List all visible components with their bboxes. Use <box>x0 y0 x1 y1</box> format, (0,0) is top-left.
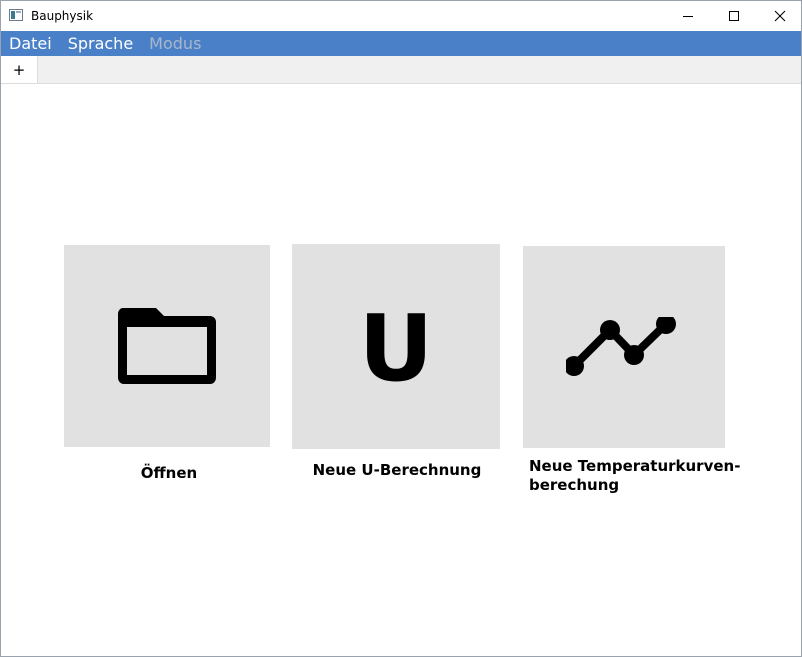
window-title: Bauphysik <box>31 9 94 23</box>
menu-modus: Modus <box>149 34 202 53</box>
new-u-calc-label: Neue U-Berechnung <box>312 461 482 479</box>
new-temp-curve-tile-button[interactable] <box>523 246 725 448</box>
minimize-icon <box>683 16 693 17</box>
minimize-button[interactable] <box>665 1 711 31</box>
new-temp-curve-label-line1: Neue Temperaturkurven- <box>529 457 741 475</box>
menu-sprache[interactable]: Sprache <box>60 31 141 56</box>
line-chart-icon <box>566 317 676 376</box>
menu-bar: Datei Sprache Modus <box>1 31 801 56</box>
tab-bar: + <box>1 56 801 84</box>
new-temp-curve-label: Neue Temperaturkurven- berechung <box>529 457 759 495</box>
new-u-calc-tile-button[interactable]: U <box>292 244 500 449</box>
maximize-button[interactable] <box>711 1 757 31</box>
new-temp-curve-label-line2: berechung <box>529 476 620 494</box>
close-button[interactable] <box>757 1 802 31</box>
maximize-icon <box>729 11 739 21</box>
app-window: Bauphysik Datei Sprache Modus + Öffnen U… <box>0 0 802 657</box>
close-icon <box>774 10 786 22</box>
menu-datei[interactable]: Datei <box>1 31 60 56</box>
u-letter-icon: U <box>358 294 434 402</box>
open-tile-label: Öffnen <box>140 464 198 482</box>
open-tile-button[interactable] <box>64 245 270 447</box>
app-icon <box>9 9 23 21</box>
title-bar: Bauphysik <box>1 1 801 31</box>
folder-icon <box>117 308 216 384</box>
add-tab-button[interactable]: + <box>1 56 38 83</box>
